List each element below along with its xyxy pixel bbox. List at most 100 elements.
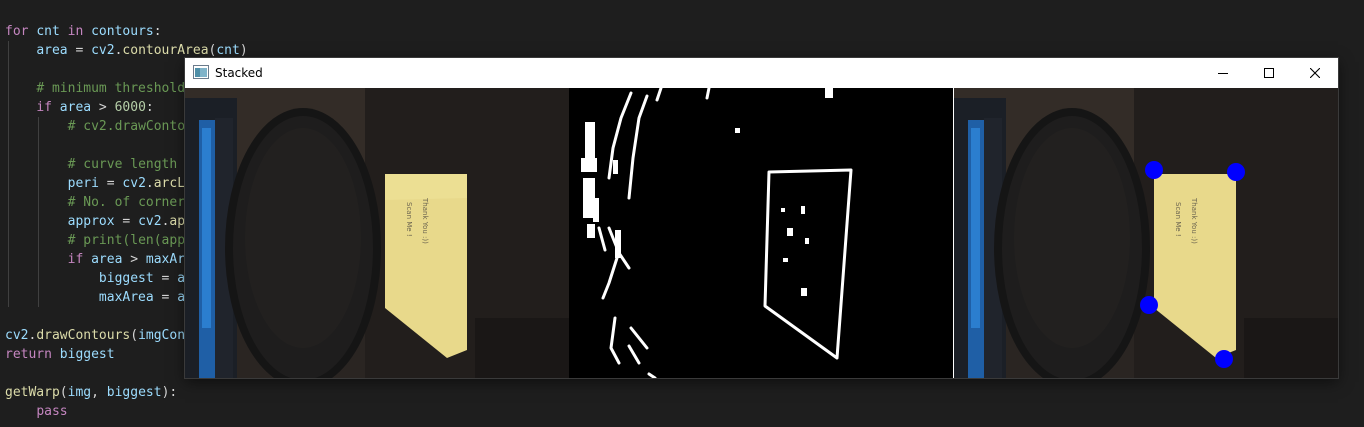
corner-marker-bottom-left — [1140, 296, 1158, 314]
code-token: return — [5, 347, 52, 362]
code-token: cnt — [216, 43, 240, 58]
code-line: getWarp(img, biggest): — [5, 383, 177, 402]
contour-photo: Scan Me ! Thank You :)) — [954, 88, 1338, 378]
code-token: biggest — [98, 271, 154, 286]
code-token: area — [59, 100, 92, 115]
minimize-button[interactable] — [1200, 58, 1246, 88]
code-line: approx = cv2.app — [5, 212, 193, 231]
code-token: peri — [67, 176, 99, 191]
code-line: pass — [5, 402, 68, 421]
code-token: ) — [239, 43, 248, 58]
app-icon — [193, 65, 209, 79]
code-token: = — [98, 176, 123, 191]
code-token: contourArea — [122, 43, 209, 58]
code-line: # print(len(appr — [5, 231, 193, 250]
code-token: approx — [67, 214, 115, 229]
edge-image — [569, 88, 953, 378]
svg-text:Thank You :)): Thank You :)) — [421, 197, 429, 244]
code-token: area — [36, 43, 68, 58]
code-line: # minimum threshold — [5, 79, 185, 98]
code-token: contours — [91, 24, 154, 39]
code-line: biggest = ap — [5, 269, 193, 288]
code-line: # cv2.drawContours — [5, 117, 209, 136]
code-token: cnt — [36, 24, 60, 39]
code-token: cv2 — [91, 43, 115, 58]
code-token: = — [67, 43, 92, 58]
code-token: cv2 — [138, 214, 162, 229]
corner-marker-bottom-right — [1215, 350, 1233, 368]
code-token: getWarp — [5, 385, 60, 400]
stacked-window[interactable]: Stacked Scan Me ! Thank You:)) Scan Me … — [185, 58, 1338, 378]
code-token: drawContours — [36, 328, 131, 343]
original-photo: Scan Me ! Thank You :)) — [185, 88, 569, 378]
code-token: cv2 — [122, 176, 146, 191]
svg-text:Scan Me !: Scan Me ! — [1174, 202, 1182, 237]
maximize-icon — [1264, 68, 1274, 78]
window-titlebar[interactable]: Stacked — [185, 58, 1338, 88]
code-token: # print(len(appr — [67, 233, 193, 248]
code-token: . — [145, 176, 154, 191]
code-line: # No. of corner — [5, 193, 185, 212]
svg-text:Thank You :)): Thank You :)) — [1190, 197, 1198, 244]
code-token: area — [91, 252, 123, 267]
code-token: : — [145, 100, 154, 115]
edge-detection-panel — [569, 88, 953, 378]
code-line: peri = cv2.arcLe — [5, 174, 193, 193]
code-token: biggest — [106, 385, 162, 400]
code-line: # curve length — [5, 155, 178, 174]
code-token: ( — [59, 385, 68, 400]
maximize-button[interactable] — [1246, 58, 1292, 88]
code-line: return biggest — [5, 345, 115, 364]
minimize-icon — [1218, 73, 1228, 74]
code-line: if area > 6000: — [5, 98, 154, 117]
code-token: = — [153, 290, 178, 305]
code-line: maxArea = ar — [5, 288, 193, 307]
code-line: cv2.drawContours(imgCont — [5, 326, 193, 345]
code-token: ( — [130, 328, 139, 343]
original-image-panel: Scan Me ! Thank You :)) — [185, 88, 569, 378]
code-token: = — [114, 214, 139, 229]
code-token: > — [91, 100, 115, 115]
code-token: cv2 — [5, 328, 29, 343]
code-token: for — [5, 24, 29, 39]
code-token: # No. of corner — [67, 195, 186, 210]
svg-text:Scan Me !: Scan Me ! — [405, 202, 413, 237]
code-token: maxArea — [98, 290, 154, 305]
code-token: ): — [161, 385, 178, 400]
corner-marker-top-right — [1227, 163, 1245, 181]
code-token: > — [122, 252, 146, 267]
code-token: if — [36, 100, 52, 115]
code-token: # curve length — [67, 157, 178, 172]
close-button[interactable] — [1292, 58, 1338, 88]
code-token: img — [67, 385, 92, 400]
code-token: if — [67, 252, 84, 267]
corner-marker-top-left — [1145, 161, 1163, 179]
code-token: = — [153, 271, 178, 286]
code-token: in — [67, 24, 84, 39]
code-token: pass — [36, 404, 68, 419]
contour-result-panel: Scan Me ! Thank You :)) — [954, 88, 1338, 378]
code-token: # minimum threshold — [36, 81, 186, 96]
code-token: 6000 — [114, 100, 146, 115]
window-title: Stacked — [215, 66, 263, 80]
code-line: if area > maxAre — [5, 250, 193, 269]
code-token: : — [153, 24, 162, 39]
